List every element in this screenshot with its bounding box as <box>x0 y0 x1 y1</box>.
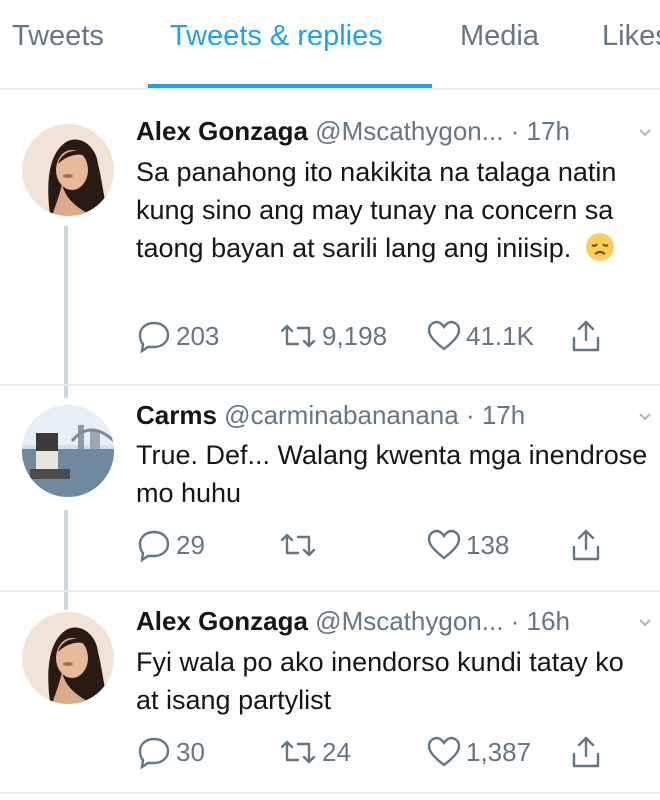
tab-media[interactable]: Media <box>460 20 539 53</box>
like-button[interactable]: 41.1K <box>426 316 534 356</box>
timestamp[interactable]: · 17h <box>466 400 525 430</box>
tweet-divider <box>0 590 660 592</box>
tweet-divider <box>0 384 660 386</box>
retweet-count: 9,198 <box>322 320 388 351</box>
retweet-button[interactable]: 24 <box>278 732 351 772</box>
heart-icon <box>427 529 461 560</box>
share-icon <box>572 320 600 352</box>
chevron-down-icon[interactable] <box>638 410 652 424</box>
tweet-header: Alex Gonzaga @Mscathygon... · 17h <box>136 116 652 147</box>
tweet-body: True. Def... Walang kwenta mga inendrose… <box>136 440 648 508</box>
retweet-icon <box>280 324 316 348</box>
heart-icon <box>427 320 461 351</box>
reply-button[interactable]: 30 <box>136 732 205 772</box>
reply-button[interactable]: 203 <box>136 316 219 356</box>
retweet-count: 24 <box>322 736 351 767</box>
reply-count: 29 <box>176 529 205 560</box>
tab-likes[interactable]: Likes <box>602 20 660 53</box>
disappointed-face-icon <box>585 232 615 272</box>
tweet-body: Sa panahong ito nakikita na talaga natin… <box>136 157 617 263</box>
display-name[interactable]: Alex Gonzaga <box>136 606 308 636</box>
reply-count: 30 <box>176 736 205 767</box>
timestamp[interactable]: · 16h <box>511 606 570 636</box>
reply-count: 203 <box>176 320 220 351</box>
like-count: 138 <box>466 529 510 560</box>
timestamp[interactable]: · 17h <box>511 116 570 146</box>
tweet-body: Fyi wala po ako inendorso kundi tatay ko… <box>136 647 624 715</box>
chevron-down-icon[interactable] <box>638 126 652 140</box>
profile-tabs: Tweets Tweets & replies Media Likes <box>0 0 660 88</box>
tab-tweets-and-replies[interactable]: Tweets & replies <box>170 20 383 53</box>
avatar[interactable] <box>22 405 114 497</box>
tweet-text: Sa panahong ito nakikita na talaga natin… <box>136 153 651 272</box>
thread-line <box>64 510 68 610</box>
display-name[interactable]: Carms <box>136 400 217 430</box>
chevron-down-icon[interactable] <box>638 616 652 630</box>
share-button[interactable] <box>568 732 604 772</box>
tabs-divider <box>0 88 660 90</box>
tweet-actions: 30 24 1,387 <box>136 732 616 772</box>
tweet-text: True. Def... Walang kwenta mga inendrose… <box>136 436 651 512</box>
share-button[interactable] <box>568 525 604 565</box>
share-button[interactable] <box>568 316 604 356</box>
reply-icon <box>138 321 170 354</box>
tweet-text: Fyi wala po ako inendorso kundi tatay ko… <box>136 643 651 719</box>
heart-icon <box>427 736 461 767</box>
user-handle[interactable]: @carminabananana <box>224 400 459 430</box>
share-icon <box>572 529 600 561</box>
retweet-button[interactable]: 9,198 <box>278 316 387 356</box>
like-button[interactable]: 1,387 <box>426 732 531 772</box>
tweet-actions: 29 138 <box>136 525 616 565</box>
reply-icon <box>138 737 170 770</box>
retweet-icon <box>280 533 316 557</box>
like-button[interactable]: 138 <box>426 525 509 565</box>
reply-button[interactable]: 29 <box>136 525 205 565</box>
share-icon <box>572 736 600 768</box>
avatar[interactable] <box>22 612 114 704</box>
tweet-header: Alex Gonzaga @Mscathygon... · 16h <box>136 606 652 637</box>
reply-icon <box>138 530 170 563</box>
retweet-button[interactable] <box>278 525 322 565</box>
user-handle[interactable]: @Mscathygon... <box>315 116 503 146</box>
tweet-divider <box>0 792 660 794</box>
retweet-icon <box>280 740 316 764</box>
like-count: 1,387 <box>466 736 532 767</box>
thread-line <box>64 226 68 398</box>
avatar[interactable] <box>22 124 114 216</box>
display-name[interactable]: Alex Gonzaga <box>136 116 308 146</box>
like-count: 41.1K <box>466 320 534 351</box>
tweet-actions: 203 9,198 41.1K <box>136 316 616 356</box>
user-handle[interactable]: @Mscathygon... <box>315 606 503 636</box>
tab-tweets[interactable]: Tweets <box>12 20 104 53</box>
tweet-header: Carms @carminabananana · 17h <box>136 400 652 431</box>
